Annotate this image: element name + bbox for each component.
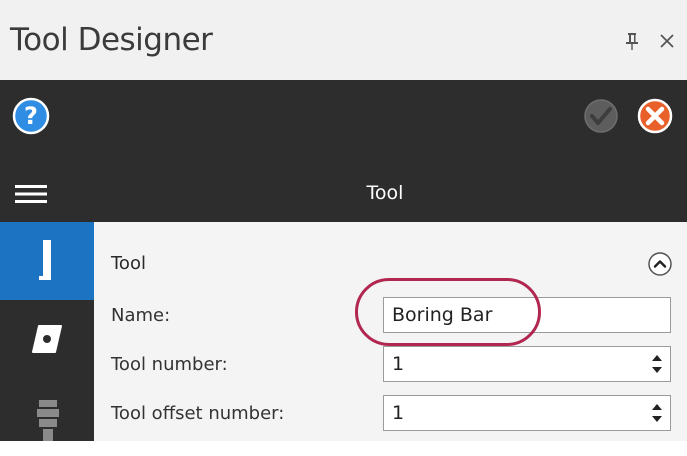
tool-offset-number-label: Tool offset number: <box>111 403 285 424</box>
tool-number-value: 1 <box>392 353 405 375</box>
name-label: Name: <box>111 305 171 326</box>
spin-arrows-icon[interactable] <box>650 352 664 376</box>
highlight-annotation <box>355 278 541 346</box>
tool-number-label: Tool number: <box>111 354 228 375</box>
toolbar: ? <box>0 80 687 165</box>
pin-icon[interactable] <box>625 32 639 50</box>
section-title: Tool <box>111 253 146 274</box>
help-icon[interactable]: ? <box>12 97 50 135</box>
sidebar-tab-tool[interactable] <box>0 222 94 300</box>
check-icon[interactable] <box>583 98 619 134</box>
tool-holder-icon <box>39 240 51 280</box>
spin-arrows-icon[interactable] <box>650 401 664 425</box>
window-title: Tool Designer <box>10 22 213 58</box>
title-bar: Tool Designer <box>0 0 687 80</box>
insert-icon <box>32 325 62 353</box>
close-pane-icon[interactable] <box>659 33 675 49</box>
tool-number-stepper[interactable]: 1 <box>383 346 671 382</box>
sidebar <box>0 222 94 441</box>
sidebar-tab-stack[interactable] <box>0 378 94 456</box>
svg-text:?: ? <box>24 102 38 130</box>
close-icon[interactable] <box>637 98 673 134</box>
tool-offset-number-stepper[interactable]: 1 <box>383 395 671 431</box>
nav-bar: Tool <box>0 165 687 222</box>
collapse-button[interactable] <box>647 251 673 277</box>
page-title: Tool <box>366 182 404 204</box>
tool-stack-icon <box>37 400 59 441</box>
sidebar-tab-insert[interactable] <box>0 300 94 378</box>
tool-offset-number-value: 1 <box>392 402 405 424</box>
